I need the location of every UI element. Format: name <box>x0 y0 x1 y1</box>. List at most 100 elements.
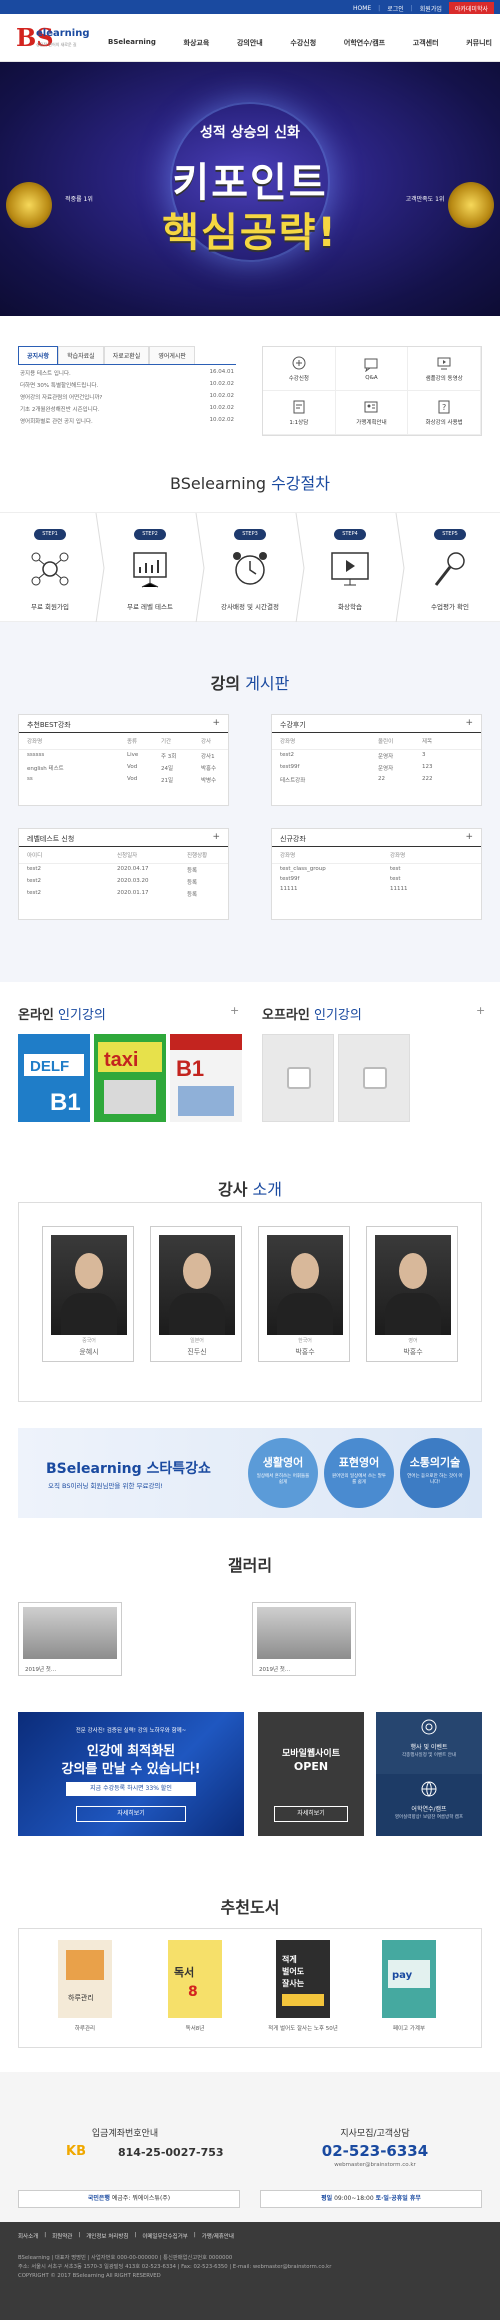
step-1[interactable]: STEP1 무료 회원가입 <box>0 513 100 623</box>
table-row[interactable]: english 테스트 Vod 24일 박홍수 <box>19 762 228 774</box>
list-item[interactable]: 영어회화별로 관련 공지 입니다. 10.02.02 <box>18 417 236 425</box>
svg-text:B1: B1 <box>176 1056 204 1081</box>
teacher-card[interactable]: 일본어 진두신 <box>150 1226 242 1362</box>
best-course-board: 추천BEST강좌 + 강좌명 종류 기간 강사 ssssss Live 주 3회 강사1 en… <box>18 714 229 806</box>
join-link[interactable]: 회원가입 <box>416 3 446 14</box>
book-item[interactable]: 하루관리 하루관리 <box>50 1940 120 2040</box>
list-item[interactable]: 더하면 30% 특별할인해드립니다. 10.02.02 <box>18 381 236 389</box>
chevron-right-icon <box>95 513 105 623</box>
step-pill: STEP2 <box>134 529 166 540</box>
table-row[interactable]: test2 2020.03.20 등록 <box>19 876 228 888</box>
online-lecture-ad[interactable]: 전문 강사진! 검증된 실력! 강의 노하우와 함께~ 인강에 최적화된 강의를… <box>18 1712 244 1836</box>
table-row[interactable]: test2 운영자 3 <box>272 750 481 762</box>
step-5[interactable]: STEP5 수업평가 확인 <box>400 513 500 623</box>
table-row[interactable]: test2 2020.01.17 등록 <box>19 888 228 900</box>
book-item[interactable]: 적게 벌어도 잘사는 적게 벌어도 잘사는 노후 50년 <box>268 1940 338 2040</box>
teacher-card[interactable]: 중국어 윤혜시 <box>42 1226 134 1362</box>
offline-thumbnail[interactable] <box>338 1034 410 1122</box>
course-thumbnail-taxi[interactable]: taxi <box>94 1034 166 1122</box>
events-ad[interactable]: 행사 및 이벤트 각종행사일정 및 이벤트 안내 <box>376 1712 482 1774</box>
promo-circle: 소통의기술 언어는 듣으로만 하는 것이 아니다! <box>400 1438 470 1508</box>
more-icon[interactable]: + <box>465 718 473 728</box>
quick-franchise[interactable]: 가맹계획안내 <box>335 391 409 435</box>
list-item[interactable]: 기초 2개월완성해진반 시즌입니다. 10.02.02 <box>18 405 236 413</box>
table-row[interactable]: ss Vod 21일 박병수 <box>19 774 228 786</box>
camp-ad[interactable]: 어학연수/캠프 영어실력향상! 보람찬 여름방학 캠프 <box>376 1774 482 1836</box>
nav-community[interactable]: 커뮤니티 <box>466 38 492 48</box>
more-icon[interactable]: + <box>212 832 220 842</box>
course-thumbnail-delf[interactable]: DELF B1 <box>18 1034 90 1122</box>
gallery-item[interactable]: 2019년 첫... <box>18 1602 122 1676</box>
table-row[interactable]: test2 2020.04.17 등록 <box>19 864 228 876</box>
hero-banner[interactable]: 적중률 1위 고객만족도 1위 성적 상승의 신화 키포인트 핵심공략! <box>0 62 500 316</box>
step-label: 무료 레벨 테스트 <box>127 603 173 611</box>
image-placeholder-icon <box>287 1067 311 1089</box>
step-4[interactable]: STEP4 화상학습 <box>300 513 400 623</box>
contact-phone[interactable]: 02-523-6334 <box>250 2142 500 2160</box>
table-row[interactable]: test99f 운영자 123 <box>272 762 481 774</box>
offline-thumbnail[interactable] <box>262 1034 334 1122</box>
star-lecture-banner[interactable]: BSelearning 스타특강쇼 오직 BS이러닝 회원님만을 위한 무료강의… <box>18 1428 482 1518</box>
quick-qna[interactable]: Q&A <box>335 347 409 391</box>
logo-tagline: 성공적 언어의 새로운 길 <box>36 42 77 47</box>
nav-enroll[interactable]: 수강신청 <box>290 38 316 48</box>
gallery-item[interactable]: 2019년 첫... <box>252 1602 356 1676</box>
detail-button[interactable]: 자세히보기 <box>76 1806 186 1822</box>
table-row[interactable]: test99f test <box>272 874 481 884</box>
tab-english-board[interactable]: 영어게시판 <box>149 346 195 364</box>
chart-board-icon <box>133 552 167 588</box>
teacher-card[interactable]: 영어 박홍수 <box>366 1226 458 1362</box>
step-3[interactable]: STEP3 강사배정 및 시간결정 <box>200 513 300 623</box>
more-icon[interactable]: + <box>230 1004 239 1017</box>
login-link[interactable]: 로그인 <box>383 3 408 14</box>
step-2[interactable]: STEP2 무료 레벨 테스트 <box>100 513 200 623</box>
quick-enroll[interactable]: 수강신청 <box>263 347 336 391</box>
footer-link[interactable]: 이메일무단수집거부 <box>142 2232 188 2240</box>
book-item[interactable]: pay 페이고 가계부 <box>374 1940 444 2040</box>
table-row[interactable]: 테스트강좌 22 222 <box>272 774 481 786</box>
footer-link[interactable]: 회사소개 <box>18 2232 38 2240</box>
nav-bselearning[interactable]: BSelearning <box>108 38 156 48</box>
table-row[interactable]: ssssss Live 주 3회 강사1 <box>19 750 228 762</box>
step-label: 강사배정 및 시간결정 <box>221 603 279 611</box>
tab-notice[interactable]: 공지사항 <box>18 346 59 364</box>
teachers-title: 강사 소개 <box>218 1180 282 1199</box>
list-item[interactable]: 공지용 테스트 입니다. 16.04.01 <box>18 369 236 377</box>
mobile-web-ad[interactable]: 모바일웹사이트 OPEN 자세히보기 <box>258 1712 364 1836</box>
nav-course-info[interactable]: 강의안내 <box>237 38 263 48</box>
footer-link[interactable]: 회원약관 <box>52 2232 72 2240</box>
book-item[interactable]: 독서 8 독서8년 <box>160 1940 230 2040</box>
nav-support[interactable]: 고객센터 <box>413 38 439 48</box>
quick-sample-video[interactable]: 샘플강의 동영상 <box>408 347 481 391</box>
board-title: 레벨테스트 신청 <box>27 835 75 843</box>
tab-resources[interactable]: 학습자료실 <box>58 346 104 364</box>
list-item[interactable]: 영어강의 자료관렴의 어떤건입니까? 10.02.02 <box>18 393 236 401</box>
gallery-title: 갤러리 <box>227 1556 273 1575</box>
home-link[interactable]: HOME <box>349 4 375 13</box>
footer-link[interactable]: 가맹/제휴안내 <box>202 2232 234 2240</box>
quick-howto[interactable]: ? 화상강의 사용법 <box>408 391 481 435</box>
svg-text:벌어도: 벌어도 <box>282 1966 305 1976</box>
microphone-icon <box>434 552 465 586</box>
table-row[interactable]: 11111 11111 <box>272 884 481 894</box>
contact-email[interactable]: webmaster@brainstorm.co.kr <box>250 2162 500 2168</box>
logo[interactable]: BS elearning 성공적 언어의 새로운 길 <box>16 24 90 52</box>
qna-icon <box>364 358 378 372</box>
table-row[interactable]: test_class_group test <box>272 864 481 874</box>
teacher-card[interactable]: 한국어 박홍수 <box>258 1226 350 1362</box>
tab-exchange[interactable]: 자료교환실 <box>103 346 150 364</box>
nav-camp[interactable]: 어학연수/캠프 <box>344 38 385 48</box>
more-icon[interactable]: + <box>476 1004 485 1017</box>
nav-video-edu[interactable]: 화상교육 <box>184 38 210 48</box>
kb-logo: KB <box>66 2144 86 2159</box>
course-thumbnail-b1[interactable]: B1 <box>170 1034 242 1122</box>
detail-button[interactable]: 자세히보기 <box>274 1806 348 1822</box>
quick-consult[interactable]: 1:1상담 <box>263 391 336 435</box>
help-icon: ? <box>438 400 450 414</box>
info-section: 입금계좌번호안내 KB 814-25-0027-753 국민은행 예금주: 뭐에… <box>0 2072 500 2222</box>
chevron-right-icon <box>395 513 405 623</box>
more-icon[interactable]: + <box>465 832 473 842</box>
footer-link[interactable]: 개인정보 처리방침 <box>86 2232 128 2240</box>
contact-title: 지사모집/고객상담 <box>340 2129 410 2139</box>
more-icon[interactable]: + <box>212 718 220 728</box>
